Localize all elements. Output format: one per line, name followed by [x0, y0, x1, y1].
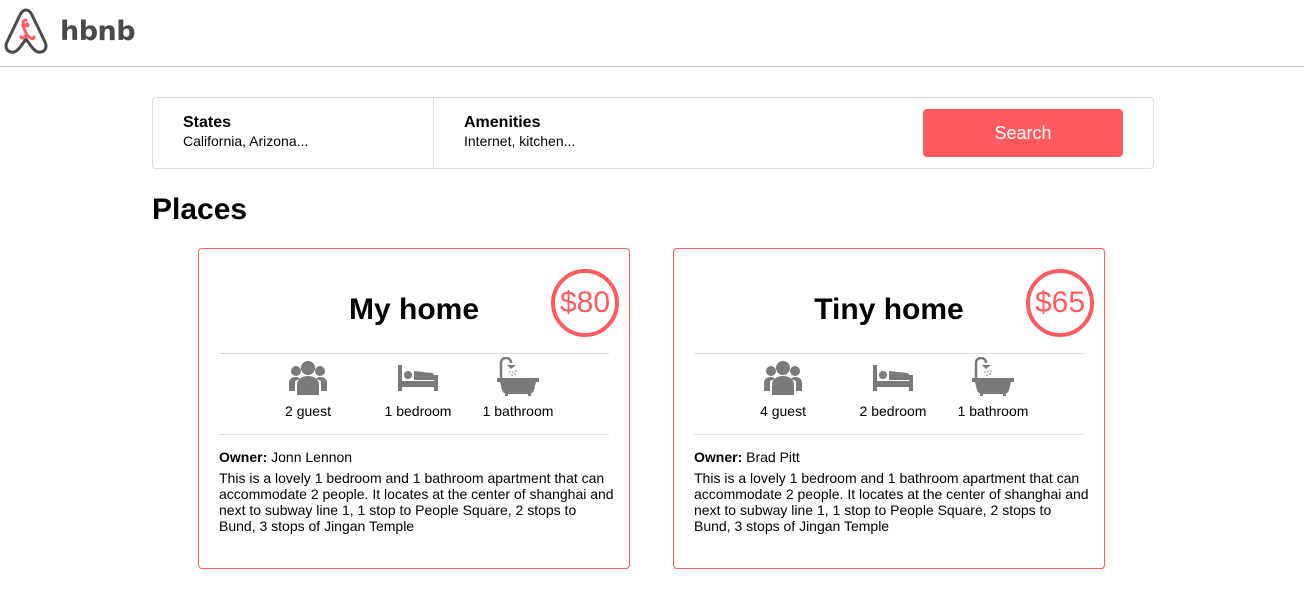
bathroom-info: 1 bathroom [938, 357, 1048, 419]
bed-icon [873, 365, 913, 391]
bathroom-count: 1 bathroom [482, 403, 554, 419]
amenities-filter-title: Amenities [464, 114, 541, 131]
bathtub-icon [497, 357, 539, 396]
search-button[interactable]: Search [923, 109, 1123, 157]
bedroom-count: 2 bedroom [859, 403, 927, 419]
bed-icon [398, 365, 438, 391]
price-badge: $65 [1026, 269, 1094, 337]
owner: Owner: Brad Pitt [694, 449, 800, 465]
divider [219, 434, 609, 435]
guests-icon [764, 361, 802, 395]
states-filter-title: States [183, 114, 232, 131]
logo-text: hbnb [60, 15, 136, 47]
guest-count: 4 guest [760, 403, 806, 419]
owner-name: Brad Pitt [746, 449, 800, 465]
states-filter-value: California, Arizona... [183, 133, 309, 149]
site-header: hbnb [0, 0, 1304, 67]
price-badge: $80 [551, 269, 619, 337]
place-description: This is a lovely 1 bedroom and 1 bathroo… [694, 470, 1089, 534]
guests-icon [289, 361, 327, 395]
divider [219, 353, 609, 354]
bedroom-info: 1 bedroom [368, 357, 468, 419]
places-title: Places [152, 193, 248, 226]
bathroom-count: 1 bathroom [957, 403, 1029, 419]
logo[interactable]: hbnb [3, 6, 136, 56]
owner-name: Jonn Lennon [271, 449, 353, 465]
place-card: My home $80 2 guest 1 bedroom 1 bathroom… [198, 248, 630, 569]
bathroom-info: 1 bathroom [463, 357, 573, 419]
guest-count: 2 guest [285, 403, 331, 419]
airbnb-logo-icon [4, 8, 48, 54]
amenities-filter[interactable]: Amenities Internet, kitchen... [434, 98, 734, 168]
bedroom-info: 2 bedroom [843, 357, 943, 419]
owner-label: Owner: [219, 449, 268, 465]
owner: Owner: Jonn Lennon [219, 449, 352, 465]
states-filter[interactable]: States California, Arizona... [153, 98, 434, 168]
bathtub-icon [972, 357, 1014, 396]
place-card: Tiny home $65 4 guest 2 bedroom 1 bathro… [673, 248, 1105, 569]
divider [694, 353, 1084, 354]
guest-info: 4 guest [733, 357, 833, 419]
amenities-filter-value: Internet, kitchen... [464, 133, 576, 149]
bedroom-count: 1 bedroom [384, 403, 452, 419]
filters-bar: States California, Arizona... Amenities … [152, 97, 1154, 169]
owner-label: Owner: [694, 449, 743, 465]
divider [694, 434, 1084, 435]
place-description: This is a lovely 1 bedroom and 1 bathroo… [219, 470, 614, 534]
guest-info: 2 guest [258, 357, 358, 419]
